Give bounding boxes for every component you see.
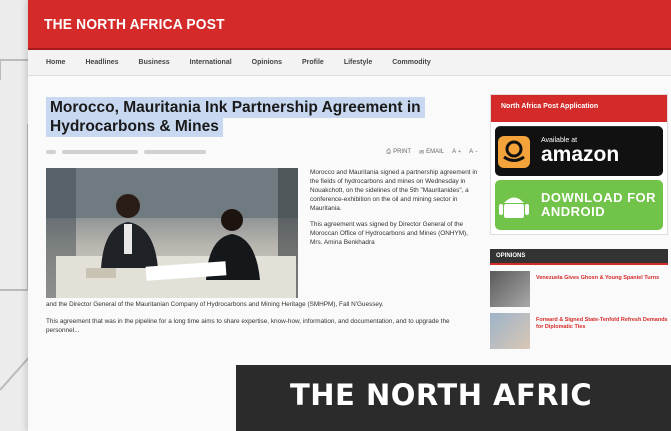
- article-tools: ⎙ PRINT ✉ EMAIL A + A −: [386, 149, 482, 156]
- opinion-title: Venezuela Gives Ghosn & Young Spaniel Tu…: [536, 275, 660, 281]
- brand-overlay-banner: THE NORTH AFRIC: [236, 365, 671, 431]
- author-placeholder: [62, 150, 138, 154]
- nav-profile[interactable]: Profile: [302, 59, 324, 66]
- category-placeholder: [144, 150, 206, 154]
- article: Morocco, Mauritania Ink Partnership Agre…: [46, 76, 490, 349]
- envelope-icon: ✉: [419, 149, 425, 156]
- article-photo: [46, 168, 298, 298]
- nav-home[interactable]: Home: [46, 59, 65, 66]
- android-icon: [499, 197, 529, 218]
- font-increase-button[interactable]: A +: [452, 149, 461, 156]
- opinion-thumbnail: [490, 271, 530, 307]
- android-badge[interactable]: DOWNLOAD FOR ANDROID: [495, 180, 663, 230]
- opinion-title: Forward & Signed State-Tenfold Refresh D…: [536, 317, 668, 330]
- date-placeholder: [46, 150, 56, 154]
- sidebar: North Africa Post Application Available …: [490, 76, 671, 349]
- site-logo[interactable]: THE NORTH AFRICA POST: [44, 16, 225, 33]
- nav-opinions[interactable]: Opinions: [252, 59, 282, 66]
- nav-international[interactable]: International: [190, 59, 232, 66]
- article-paragraph: Morocco and Mauritania signed a partners…: [310, 169, 478, 212]
- article-paragraph: and the Director General of the Mauritan…: [46, 301, 384, 308]
- opinion-item[interactable]: Forward & Signed State-Tenfold Refresh D…: [490, 313, 668, 349]
- amazon-app-icon: [498, 135, 530, 168]
- article-intro: Morocco and Mauritania signed a partners…: [298, 168, 482, 298]
- nav-lifestyle[interactable]: Lifestyle: [344, 59, 372, 66]
- nav-headlines[interactable]: Headlines: [85, 59, 118, 66]
- main-nav: Home Headlines Business International Op…: [28, 50, 671, 76]
- amazon-badge[interactable]: Available at amazon: [495, 126, 663, 176]
- font-decrease-button[interactable]: A −: [469, 149, 478, 156]
- opinions-heading: OPINIONS: [490, 249, 668, 265]
- article-body-text: and the Director General of the Mauritan…: [46, 300, 466, 335]
- nav-commodity[interactable]: Commodity: [392, 59, 431, 66]
- nav-business[interactable]: Business: [139, 59, 170, 66]
- article-title: Morocco, Mauritania Ink Partnership Agre…: [46, 97, 425, 137]
- app-widget-heading: North Africa Post Application: [491, 95, 667, 122]
- opinion-item[interactable]: Venezuela Gives Ghosn & Young Spaniel Tu…: [490, 271, 668, 307]
- opinion-thumbnail: [490, 313, 530, 349]
- app-widget: North Africa Post Application Available …: [490, 94, 668, 235]
- email-button[interactable]: ✉ EMAIL: [419, 149, 444, 156]
- article-paragraph: This agreement was signed by Director Ge…: [310, 221, 468, 246]
- article-meta: ⎙ PRINT ✉ EMAIL A + A −: [46, 146, 482, 158]
- printer-icon: ⎙: [386, 148, 392, 155]
- overlay-text: THE NORTH AFRIC: [290, 378, 593, 412]
- print-button[interactable]: ⎙ PRINT: [386, 149, 411, 156]
- article-paragraph: This agreement that was in the pipeline …: [46, 318, 450, 334]
- site-header: THE NORTH AFRICA POST: [28, 0, 671, 50]
